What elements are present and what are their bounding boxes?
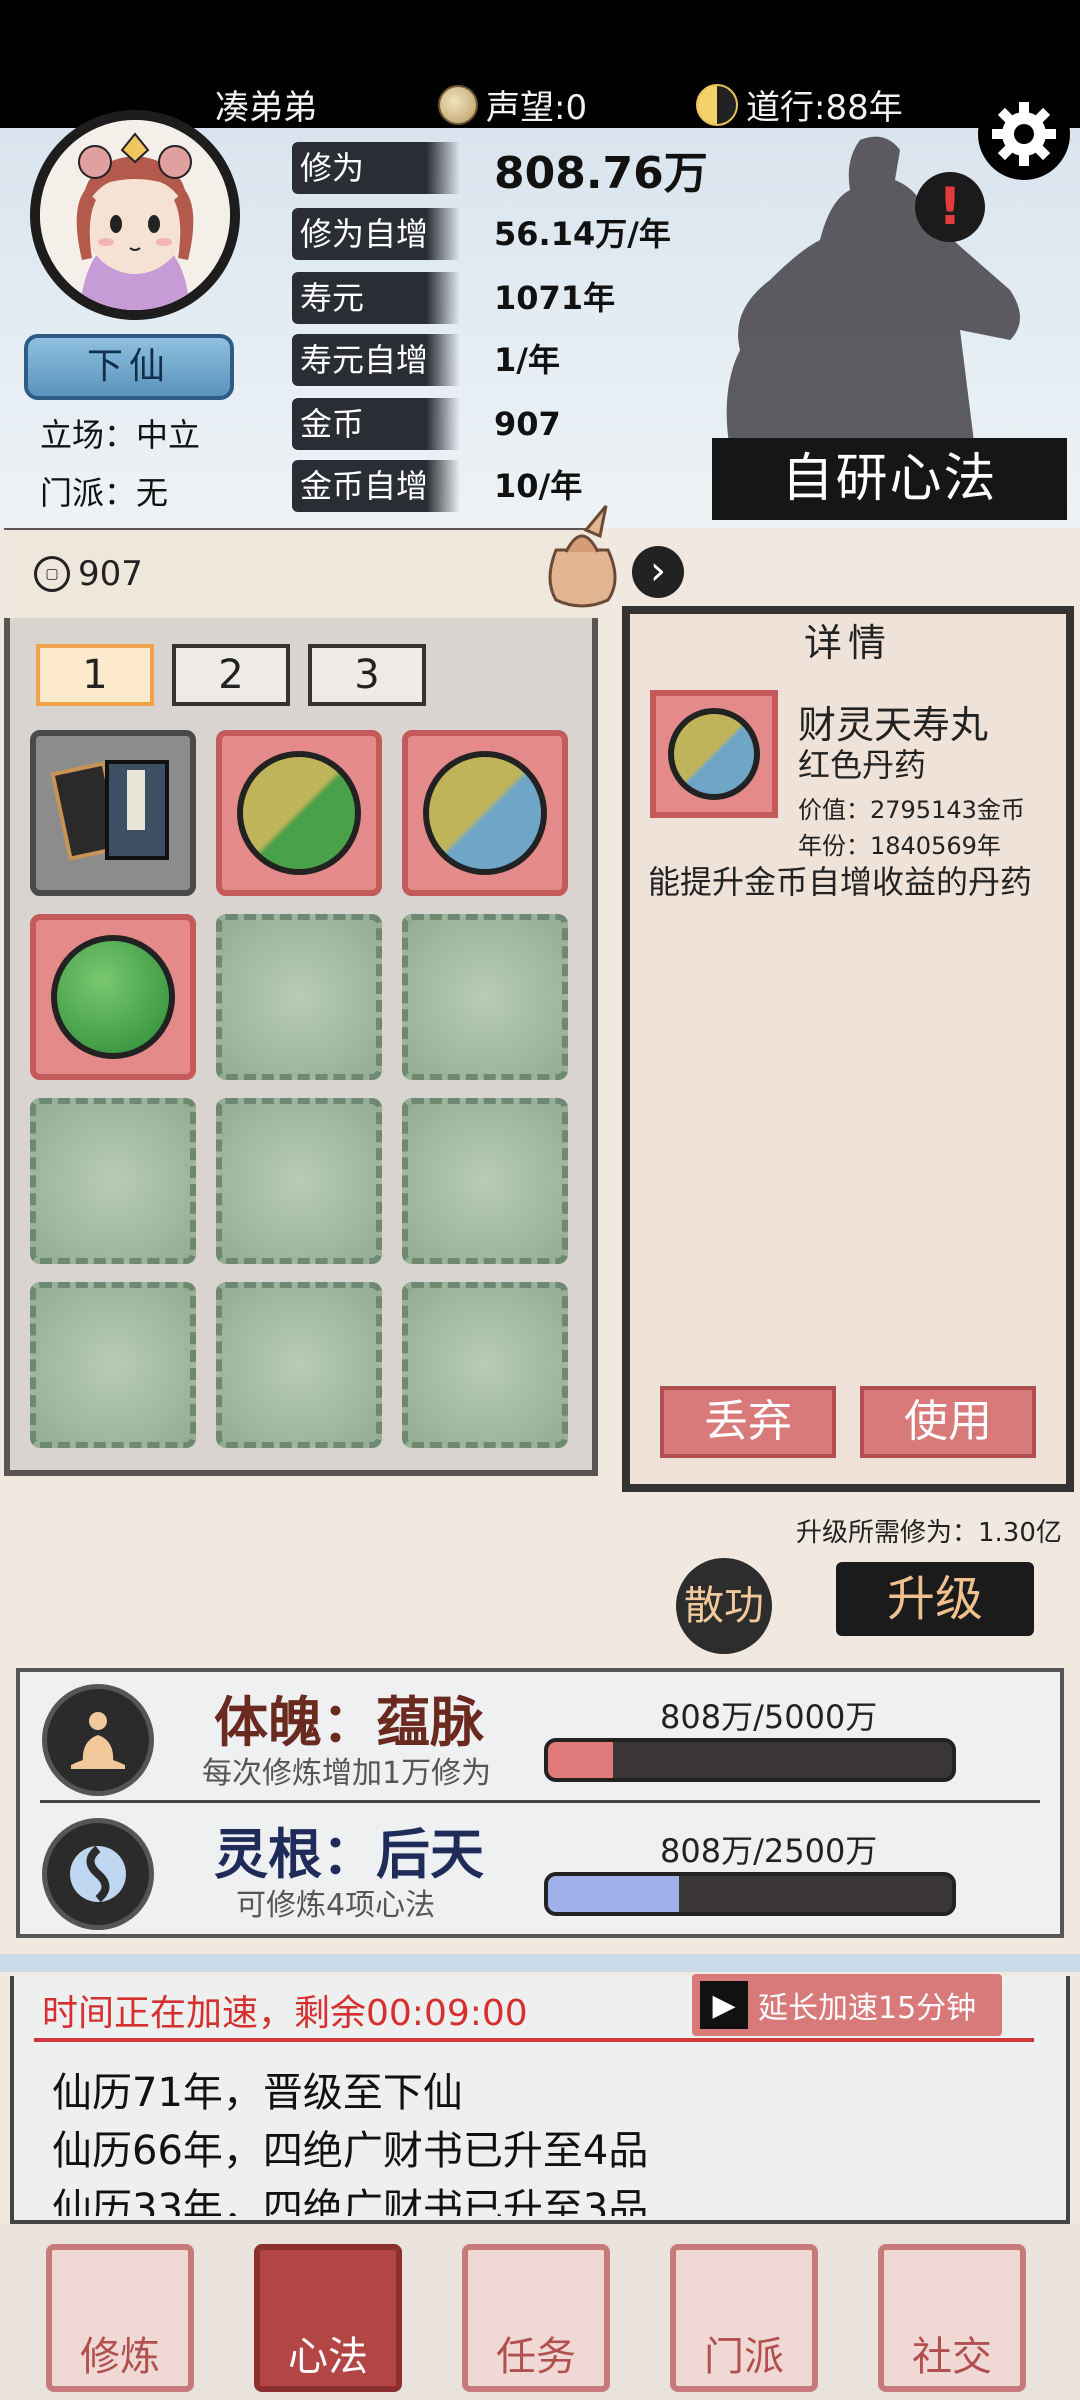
inventory-slot-pill-blue-yellow[interactable] [402, 730, 568, 896]
inventory-slot-empty[interactable] [30, 1282, 196, 1448]
manual-book-icon [50, 760, 169, 861]
root-realm-sub: 可修炼4项心法 [236, 1888, 436, 1923]
inventory-slot-pill-green-yellow[interactable] [216, 730, 382, 896]
stat-value-lifespan: 1071年 [494, 279, 616, 317]
use-button[interactable]: 使用 [860, 1386, 1036, 1458]
prestige: 声望:0 [438, 80, 587, 129]
inventory-slot-empty[interactable] [30, 1098, 196, 1264]
prestige-text: 声望:0 [486, 88, 588, 128]
body-progress-bar [544, 1738, 956, 1782]
settings-gear-icon[interactable] [978, 88, 1070, 180]
divider [40, 1800, 1040, 1803]
item-type: 红色丹药 [798, 746, 927, 784]
body-progress-fill [548, 1742, 614, 1778]
item-description: 能提升金币自增收益的丹药 [648, 863, 1033, 901]
log-line: 仙历71年，晋级至下仙 [52, 2070, 463, 2116]
master-silhouette [726, 136, 1020, 450]
nav-quest[interactable]: 任务 [462, 2244, 610, 2392]
meditation-figure-icon [71, 1712, 125, 1769]
ground-strip [0, 1954, 1080, 1972]
player-name: 凑弟弟 [215, 88, 317, 128]
daoxing: 道行:88年 [696, 80, 903, 129]
pill-icon [51, 935, 175, 1059]
log-line: 仙历33年，四绝广财书已升至3品 [52, 2186, 649, 2216]
log-line: 仙历66年，四绝广财书已升至4品 [52, 2128, 649, 2174]
body-realm-title: 体魄：蕴脉 [214, 1691, 484, 1754]
yinyang-icon [696, 83, 738, 126]
detail-item-icon [650, 690, 778, 818]
daoxing-text: 道行:88年 [746, 88, 903, 128]
inventory-tab-2[interactable]: 2 [172, 644, 290, 706]
root-realm-title: 灵根：后天 [214, 1823, 484, 1886]
body-realm-sub: 每次修炼增加1万修为 [202, 1756, 492, 1791]
swirl-icon [70, 1845, 126, 1903]
inventory-slot-manual[interactable] [30, 730, 196, 896]
pill-icon [668, 708, 760, 800]
nav-social[interactable]: 社交 [878, 2244, 1026, 2392]
inventory-tab-3[interactable]: 3 [308, 644, 426, 706]
stat-label-cultivation: 修为 [292, 142, 460, 194]
pill-icon [237, 751, 361, 875]
upgrade-button[interactable]: 升级 [836, 1562, 1034, 1636]
spirit-root-icon[interactable] [42, 1818, 154, 1930]
stat-value-lifespan-rate: 1/年 [494, 341, 560, 379]
root-progress-bar [544, 1872, 956, 1916]
stat-label-lifespan: 寿元 [292, 272, 460, 324]
inventory-slot-empty[interactable] [216, 914, 382, 1080]
speed-divider [34, 2038, 1034, 2042]
item-price: 价值：2795143金币 [798, 796, 1025, 824]
self-research-button[interactable]: 自研心法 [712, 438, 1067, 520]
detail-title: 详情 [803, 621, 892, 665]
avatar[interactable] [30, 110, 240, 320]
speed-status: 时间正在加速，剩余00:09:00 [42, 1993, 528, 2034]
stat-label-gold: 金币 [292, 398, 460, 450]
coin-icon: ▢ [34, 556, 70, 592]
sect-text: 门派：无 [40, 474, 169, 512]
discard-button[interactable]: 丢弃 [660, 1386, 836, 1458]
rank-badge[interactable]: 下仙 [24, 334, 234, 400]
extend-speed-button[interactable]: ▶ 延长加速15分钟 [692, 1974, 1002, 2036]
bag-icon[interactable] [536, 500, 628, 610]
inventory-coins: ▢ 907 [34, 554, 143, 594]
inventory-slot-empty[interactable] [216, 1282, 382, 1448]
expand-arrow-icon[interactable]: › [632, 546, 684, 598]
scatter-button[interactable]: 散功 [676, 1558, 772, 1654]
nav-sect[interactable]: 门派 [670, 2244, 818, 2392]
prestige-icon [438, 84, 478, 125]
inventory-slot-empty[interactable] [402, 914, 568, 1080]
upgrade-requirement: 升级所需修为：1.30亿 [796, 1518, 1062, 1548]
stat-label-lifespan-rate: 寿元自增 [292, 334, 460, 386]
gear-icon [992, 102, 1056, 166]
inventory-coin-value: 907 [78, 554, 143, 594]
stat-label-gold-rate: 金币自增 [292, 460, 460, 512]
inventory-slot-pill-green[interactable] [30, 914, 196, 1080]
nav-cultivate[interactable]: 修炼 [46, 2244, 194, 2392]
inventory-tab-1[interactable]: 1 [36, 644, 154, 706]
stance-text: 立场：中立 [40, 416, 201, 454]
inventory-slot-empty[interactable] [402, 1098, 568, 1264]
item-year: 年份：1840569年 [798, 832, 1001, 860]
root-progress-fill [548, 1876, 679, 1912]
body-progress-text: 808万/5000万 [660, 1698, 878, 1736]
root-progress-text: 808万/2500万 [660, 1832, 878, 1870]
pill-icon [423, 751, 547, 875]
inventory-slot-empty[interactable] [402, 1282, 568, 1448]
inventory-slot-empty[interactable] [216, 1098, 382, 1264]
play-icon: ▶ [700, 1981, 748, 2029]
stat-value-cultivation: 808.76万 [494, 148, 708, 199]
alert-icon[interactable]: ! [915, 172, 985, 242]
stat-value-gold: 907 [494, 405, 561, 443]
meditation-icon[interactable] [42, 1684, 154, 1796]
avatar-portrait [40, 120, 230, 310]
stat-label-cultivation-rate: 修为自增 [292, 208, 460, 260]
extend-speed-label: 延长加速15分钟 [758, 1991, 977, 2026]
stat-value-cultivation-rate: 56.14万/年 [494, 215, 671, 253]
nav-technique[interactable]: 心法 [254, 2244, 402, 2392]
